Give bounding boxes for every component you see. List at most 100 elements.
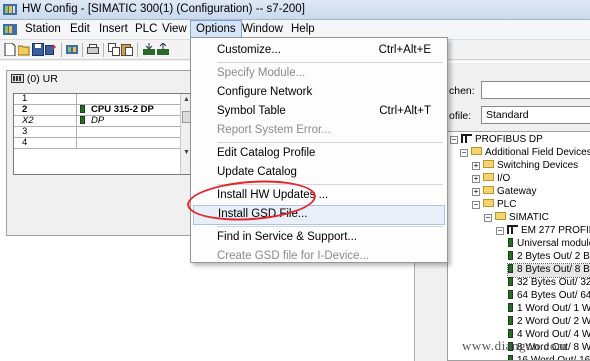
- catalog-tree-label: 16 Word Out/ 16 Word In: [517, 355, 590, 361]
- menu-item-customize[interactable]: Customize... Ctrl+Alt+E: [193, 41, 445, 61]
- catalog-profile-select[interactable]: Standard: [481, 106, 590, 124]
- scroll-down-arrow-icon[interactable]: ▼: [183, 149, 190, 156]
- hw-config-app-icon: [3, 4, 17, 15]
- rack-module-label: DP: [91, 116, 105, 126]
- collapse-icon[interactable]: −: [472, 201, 480, 209]
- rack-slot: X2: [22, 116, 77, 126]
- rack-row[interactable]: 2 CPU 315-2 DP: [14, 105, 182, 116]
- menu-item-label: Create GSD file for I-Device...: [217, 250, 370, 262]
- module-icon: [508, 251, 513, 260]
- folder-icon: [471, 147, 482, 155]
- catalog-tree-node[interactable]: Universal module: [508, 238, 590, 251]
- catalog-tree-node[interactable]: − SIMATIC: [484, 212, 549, 225]
- menu-item-label: Find in Service & Support...: [217, 231, 357, 243]
- catalog-search-input[interactable]: [481, 81, 590, 99]
- module-icon: [508, 316, 513, 325]
- rack-slot: 2: [22, 105, 77, 115]
- catalog-tree-node[interactable]: − PROFIBUS DP: [450, 134, 543, 147]
- save-compile-icon[interactable]: [45, 43, 57, 56]
- rack-row[interactable]: 3: [14, 127, 182, 138]
- station-properties-icon[interactable]: [66, 43, 78, 56]
- catalog-tree-label: 2 Bytes Out/ 2 Bytes In: [517, 251, 590, 262]
- save-icon[interactable]: [32, 43, 44, 56]
- catalog-tree-label: Universal module: [517, 238, 590, 249]
- menu-item-symbol-table[interactable]: Symbol Table Ctrl+Alt+T: [193, 102, 445, 122]
- menu-item-find-in-service-support[interactable]: Find in Service & Support...: [193, 228, 445, 248]
- catalog-tree-node[interactable]: + I/O: [472, 173, 510, 186]
- catalog-tree-label: PLC: [497, 199, 517, 210]
- menu-station[interactable]: Station: [20, 20, 66, 40]
- catalog-tree-node[interactable]: 1 Word Out/ 1 Word In: [508, 303, 590, 316]
- menu-view[interactable]: View: [157, 20, 192, 40]
- collapse-icon[interactable]: −: [450, 136, 458, 144]
- open-icon[interactable]: [18, 43, 30, 56]
- scroll-up-arrow-icon[interactable]: ▲: [183, 96, 190, 103]
- menu-item-configure-network[interactable]: Configure Network: [193, 83, 445, 103]
- station-menu-icon[interactable]: [3, 23, 17, 36]
- catalog-tree-node[interactable]: 8 Bytes Out/ 8 Bytes In: [506, 263, 590, 278]
- menu-item-label: Configure Network: [217, 86, 313, 98]
- menu-item-report-system-error: Report System Error...: [193, 121, 445, 141]
- rack-module: DP: [80, 116, 180, 126]
- cpu-module-icon: [80, 105, 85, 113]
- menu-edit[interactable]: Edit: [65, 20, 95, 40]
- menu-item-label: Update Catalog: [217, 166, 297, 178]
- catalog-tree-node[interactable]: + Gateway: [472, 186, 536, 199]
- menu-insert[interactable]: Insert: [94, 20, 133, 40]
- rack-module-label: CPU 315-2 DP: [91, 105, 154, 115]
- menu-item-label: Edit Catalog Profile: [217, 147, 316, 159]
- profibus-network-icon: [461, 134, 472, 143]
- catalog-tree-node[interactable]: + Switching Devices: [472, 160, 578, 173]
- rack-table[interactable]: 1 2 CPU 315-2 DP X2 DP 3 4 ▲ ▼: [13, 93, 193, 175]
- folder-icon: [483, 160, 494, 168]
- collapse-icon[interactable]: −: [496, 227, 504, 235]
- rack-row[interactable]: 4: [14, 138, 182, 149]
- folder-icon: [483, 199, 494, 207]
- catalog-tree-label: 32 Bytes Out/ 32 Bytes In: [517, 277, 590, 288]
- catalog-tree[interactable]: − PROFIBUS DP − Additional Field Devices + Sw…: [447, 131, 590, 361]
- rack-slot: 3: [22, 127, 77, 137]
- catalog-tree-label: Switching Devices: [497, 160, 579, 171]
- catalog-tree-label: Gateway: [497, 186, 537, 197]
- title-bar: HW Config - [SIMATIC 300(1) (Configurati…: [0, 0, 590, 20]
- expand-icon[interactable]: +: [472, 162, 480, 170]
- catalog-tree-node[interactable]: − Additional Field Devices: [460, 147, 590, 160]
- catalog-tree-label: Additional Field Devices: [485, 147, 590, 158]
- menu-item-update-catalog[interactable]: Update Catalog: [193, 163, 445, 183]
- download-icon[interactable]: [143, 43, 155, 56]
- catalog-tree-node[interactable]: − EM 277 PROFIBUS-DP: [496, 225, 590, 238]
- menu-item-install-gsd-file[interactable]: Install GSD File...: [193, 205, 445, 225]
- options-menu: Customize... Ctrl+Alt+E Specify Module... C…: [190, 37, 448, 263]
- catalog-tree-node[interactable]: − PLC: [472, 199, 516, 212]
- rack-row[interactable]: X2 DP: [14, 116, 182, 127]
- catalog-tree-node[interactable]: 2 Bytes Out/ 2 Bytes In: [508, 251, 590, 264]
- collapse-icon[interactable]: −: [484, 214, 492, 222]
- print-icon[interactable]: [87, 43, 99, 56]
- collapse-icon[interactable]: −: [460, 149, 468, 157]
- rack-module: [80, 127, 180, 137]
- module-icon: [508, 355, 513, 360]
- catalog-tree-node[interactable]: 32 Bytes Out/ 32 Bytes In: [508, 277, 590, 290]
- upload-icon[interactable]: [157, 43, 169, 56]
- expand-icon[interactable]: +: [472, 175, 480, 183]
- rack-slot: 1: [22, 94, 77, 104]
- copy-icon[interactable]: [108, 43, 120, 56]
- catalog-tree-node[interactable]: 64 Bytes Out/ 64 Bytes In: [508, 290, 590, 303]
- menu-item-label: Report System Error...: [217, 124, 331, 136]
- toolbar-separator: [103, 43, 104, 57]
- module-icon: [508, 329, 513, 338]
- expand-icon[interactable]: +: [472, 188, 480, 196]
- menu-item-install-hw-updates[interactable]: Install HW Updates ...: [193, 186, 445, 206]
- folder-icon: [483, 186, 494, 194]
- catalog-tree-node[interactable]: 2 Word Out/ 2 Word In: [508, 316, 590, 329]
- menu-item-edit-catalog-profile[interactable]: Edit Catalog Profile: [193, 144, 445, 164]
- menu-separator: [217, 184, 443, 185]
- new-icon[interactable]: [4, 43, 16, 56]
- catalog-tree-label: 2 Word Out/ 2 Word In: [517, 316, 590, 327]
- catalog-tree-label: EM 277 PROFIBUS-DP: [521, 225, 590, 236]
- catalog-tree-label: 1 Word Out/ 1 Word In: [517, 303, 590, 314]
- dp-interface-icon: [80, 116, 85, 124]
- catalog-tree-node[interactable]: 16 Word Out/ 16 Word In: [508, 355, 590, 361]
- paste-icon[interactable]: [121, 43, 133, 56]
- rack-row[interactable]: 1: [14, 94, 182, 105]
